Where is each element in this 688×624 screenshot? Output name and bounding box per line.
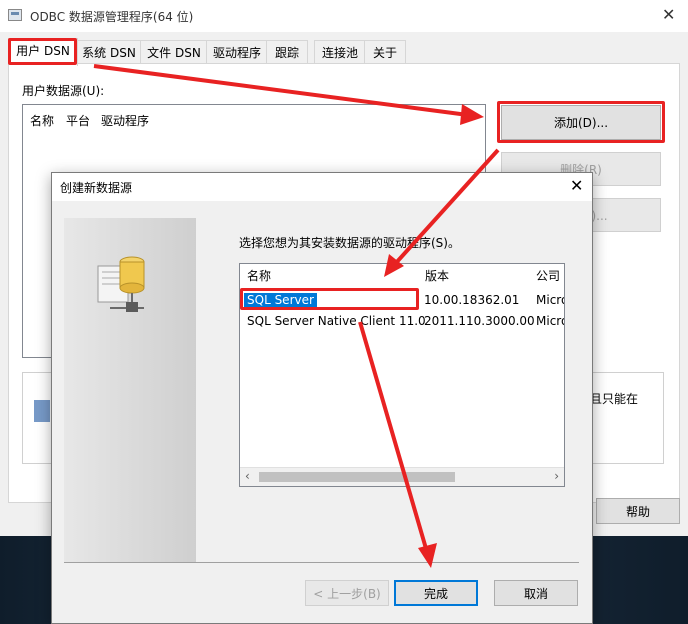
- help-button[interactable]: 帮助: [596, 498, 680, 524]
- user-data-sources-label: 用户数据源(U):: [22, 84, 105, 98]
- tab-file-dsn[interactable]: 文件 DSN: [140, 40, 208, 65]
- finish-button[interactable]: 完成: [394, 580, 478, 606]
- column-name[interactable]: 名称: [30, 112, 54, 129]
- driver-column-version[interactable]: 版本: [418, 264, 537, 288]
- info-text: 且只能在: [590, 392, 639, 406]
- back-button[interactable]: < 上一步(B): [305, 580, 389, 606]
- column-platform[interactable]: 平台: [66, 112, 90, 129]
- driver-column-name[interactable]: 名称: [240, 264, 426, 288]
- window-close-icon[interactable]: ✕: [662, 5, 675, 24]
- driver-list-hscrollbar[interactable]: ‹ ›: [240, 467, 564, 486]
- scroll-right-icon[interactable]: ›: [554, 469, 559, 483]
- scroll-left-icon[interactable]: ‹: [245, 469, 250, 483]
- tab-tracing[interactable]: 跟踪: [266, 40, 308, 65]
- tab-drivers[interactable]: 驱动程序: [206, 40, 268, 65]
- driver-prompt: 选择您想为其安装数据源的驱动程序(S)。: [239, 236, 460, 250]
- dialog-title-bar: [52, 173, 592, 201]
- driver-company: Micro: [536, 314, 564, 328]
- tab-system-dsn[interactable]: 系统 DSN: [76, 40, 142, 65]
- driver-row-native-client[interactable]: SQL Server Native Client 11.0: [247, 311, 426, 331]
- driver-version: 2011.110.3000.00: [424, 314, 535, 328]
- dialog-separator: [64, 562, 579, 563]
- dialog-title: 创建新数据源: [60, 181, 133, 195]
- database-wizard-icon: [97, 256, 145, 312]
- column-driver[interactable]: 驱动程序: [101, 112, 149, 129]
- driver-column-company[interactable]: 公司: [529, 264, 564, 288]
- driver-company: Micro: [536, 293, 564, 307]
- window-title: ODBC 数据源管理程序(64 位): [30, 10, 194, 24]
- odbc-info-icon: [34, 400, 50, 422]
- cancel-button[interactable]: 取消: [494, 580, 578, 606]
- scroll-thumb[interactable]: [259, 472, 455, 482]
- dialog-close-icon[interactable]: ✕: [570, 176, 583, 195]
- odbc-app-icon: [8, 9, 22, 21]
- highlight-add-button: [497, 101, 665, 143]
- driver-version: 10.00.18362.01: [424, 293, 520, 307]
- highlight-user-dsn-tab: [8, 38, 77, 65]
- tab-connection-pooling[interactable]: 连接池: [314, 40, 366, 65]
- tab-about[interactable]: 关于: [364, 40, 406, 65]
- highlight-sql-server: [240, 288, 419, 310]
